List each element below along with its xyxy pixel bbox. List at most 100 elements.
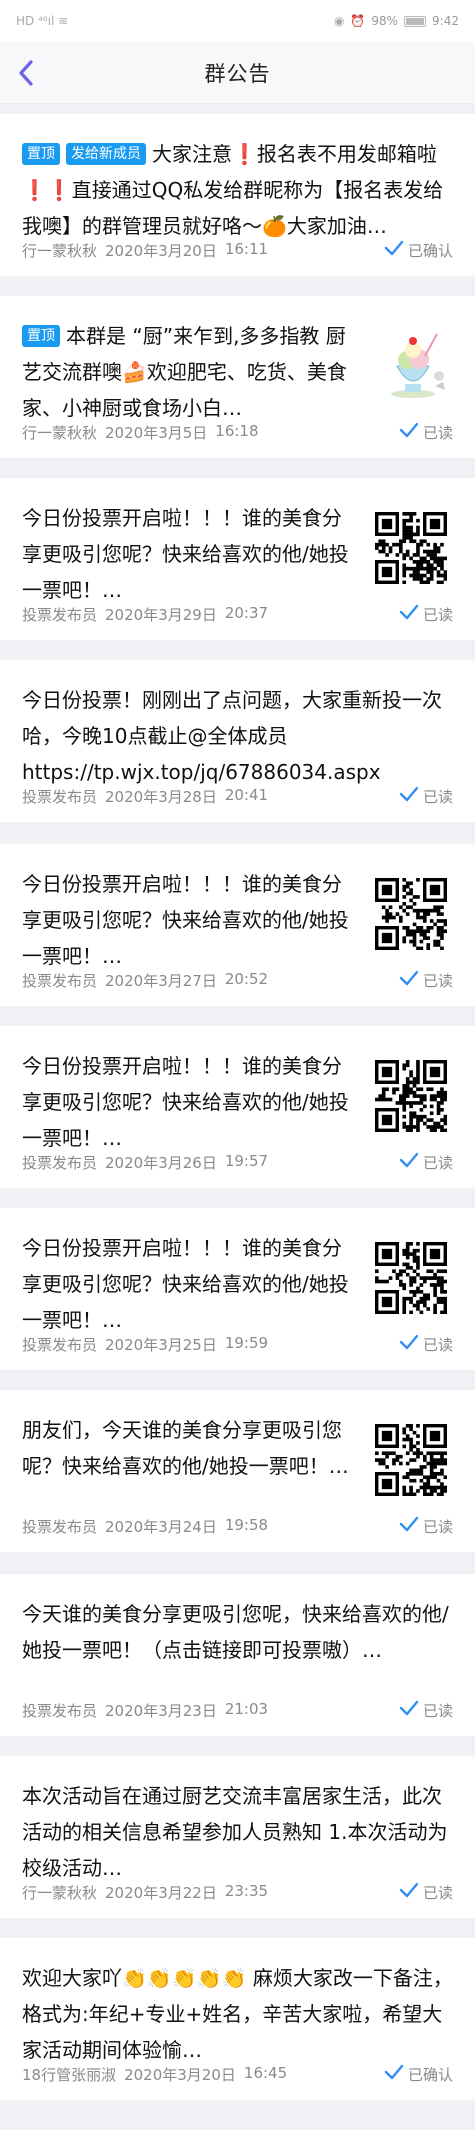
checkmark-icon (399, 970, 419, 990)
status-label: 已读 (422, 1517, 453, 1536)
announcement-card[interactable]: 今日份投票开启啦！！！谁的美食分享更吸引您呢？快来给喜欢的他/她投一票吧！… 投票… (0, 844, 475, 1006)
page-title: 群公告 (204, 61, 271, 86)
announcement-body: 今日份投票开启啦！！！谁的美食分享更吸引您呢？快来给喜欢的他/她投一票吧！… (22, 872, 349, 968)
dessert-image[interactable] (375, 326, 447, 398)
post-time: 19:59 (224, 1333, 269, 1352)
author-name: 投票发布员 (22, 787, 98, 806)
checkmark-icon (399, 422, 419, 442)
post-time: 23:35 (224, 1881, 269, 1900)
clock: 9:42 (432, 14, 459, 28)
status-bar: HD ⁴⁶ıl ≋ ◉ ⏰ 98% 9:42 (0, 0, 475, 42)
back-button[interactable] (6, 52, 46, 94)
post-date: 2020年3月28日 (105, 787, 217, 806)
announcement-card[interactable]: 今日份投票开启啦！！！谁的美食分享更吸引您呢？快来给喜欢的他/她投一票吧！… 投票… (0, 478, 475, 640)
announcement-card[interactable]: 欢迎大家吖👏👏👏👏👏 麻烦大家改一下备注，格式为:年纪+专业+姓名，辛苦大家啦，… (0, 1938, 475, 2100)
author-date: 投票发布员 2020年3月26日 19:57 (22, 1152, 268, 1173)
read-status: 已读 (399, 1700, 453, 1721)
checkmark-icon (399, 1334, 419, 1354)
announcement-card[interactable]: 今日份投票！刚刚出了点问题，大家重新投一次哈，今晚10点截止@全体成员 http… (0, 660, 475, 822)
announcement-body: 今日份投票开启啦！！！谁的美食分享更吸引您呢？快来给喜欢的他/她投一票吧！… (22, 1236, 349, 1332)
post-date: 2020年3月27日 (105, 971, 217, 990)
announcement-text: 今天谁的美食分享更吸引您呢，快来给喜欢的他/她投一票吧！（点击链接即可投票嗷）… (22, 1596, 453, 1668)
post-date: 2020年3月26日 (105, 1153, 217, 1172)
author-name: 行一蒙秋秋 (22, 1883, 98, 1902)
status-label: 已读 (422, 1335, 453, 1354)
status-label: 已读 (422, 1883, 453, 1902)
author-date: 行一蒙秋秋 2020年3月20日 16:11 (22, 240, 268, 261)
announcement-body: 今天谁的美食分享更吸引您呢，快来给喜欢的他/她投一票吧！（点击链接即可投票嗷）… (22, 1602, 449, 1662)
checkmark-icon (399, 1152, 419, 1172)
announcement-text: 今日份投票！刚刚出了点问题，大家重新投一次哈，今晚10点截止@全体成员 http… (22, 682, 453, 790)
read-status: 已读 (399, 1334, 453, 1355)
author-date: 投票发布员 2020年3月23日 21:03 (22, 1700, 268, 1721)
announcement-meta: 投票发布员 2020年3月27日 20:52 已读 (22, 968, 453, 992)
post-time: 20:37 (224, 603, 269, 622)
qr-code-image[interactable] (375, 1242, 448, 1315)
post-time: 16:18 (215, 421, 259, 440)
announcement-card[interactable]: 今天谁的美食分享更吸引您呢，快来给喜欢的他/她投一票吧！（点击链接即可投票嗷）…… (0, 1574, 475, 1736)
pinned-badge: 置顶 (22, 325, 60, 347)
qr-code-image[interactable] (375, 878, 448, 951)
qr-code-image[interactable] (375, 1060, 448, 1133)
read-status: 已确认 (384, 240, 453, 261)
checkmark-icon (384, 240, 404, 260)
status-bar-right: ◉ ⏰ 98% 9:42 (334, 14, 459, 28)
checkmark-icon (399, 1516, 419, 1536)
read-status: 已确认 (384, 2064, 453, 2085)
checkmark-icon (399, 1882, 419, 1902)
announcement-meta: 投票发布员 2020年3月29日 20:37 已读 (22, 602, 453, 626)
announcement-body: 本次活动旨在通过厨艺交流丰富居家生活，此次活动的相关信息希望参加人员熟知 1.本… (22, 1784, 448, 1880)
announcement-meta: 行一蒙秋秋 2020年3月22日 23:35 已读 (22, 1880, 453, 1904)
post-date: 2020年3月20日 (124, 2065, 236, 2084)
status-bar-left: HD ⁴⁶ıl ≋ (16, 14, 68, 28)
announcement-card[interactable]: 今日份投票开启啦！！！谁的美食分享更吸引您呢？快来给喜欢的他/她投一票吧！… 投票… (0, 1026, 475, 1188)
read-status: 已读 (399, 1516, 453, 1537)
announcement-text: 本次活动旨在通过厨艺交流丰富居家生活，此次活动的相关信息希望参加人员熟知 1.本… (22, 1778, 453, 1886)
announcement-meta: 投票发布员 2020年3月25日 19:59 已读 (22, 1332, 453, 1356)
author-name: 投票发布员 (22, 1335, 98, 1354)
announcement-meta: 18行管张丽淑 2020年3月20日 16:45 已确认 (22, 2062, 453, 2086)
post-date: 2020年3月22日 (105, 1883, 217, 1902)
announcement-card[interactable]: 本次活动旨在通过厨艺交流丰富居家生活，此次活动的相关信息希望参加人员熟知 1.本… (0, 1756, 475, 1918)
qr-code-image[interactable] (375, 1424, 448, 1497)
announcement-meta: 行一蒙秋秋 2020年3月5日 16:18 已读 (22, 420, 453, 444)
author-date: 投票发布员 2020年3月29日 20:37 (22, 604, 268, 625)
author-name: 投票发布员 (22, 1517, 98, 1536)
author-name: 投票发布员 (22, 1701, 98, 1720)
author-name: 投票发布员 (22, 971, 98, 990)
announcement-card[interactable]: 朋友们，今天谁的美食分享更吸引您呢？快来给喜欢的他/她投一票吧！… 投票发布员 20… (0, 1390, 475, 1552)
status-label: 已确认 (407, 241, 453, 260)
new-member-badge: 发给新成员 (66, 143, 146, 165)
author-date: 投票发布员 2020年3月28日 20:41 (22, 786, 268, 807)
author-date: 投票发布员 2020年3月24日 19:58 (22, 1516, 268, 1537)
announcement-card[interactable]: 置顶 本群是 “厨”来乍到,多多指教 厨艺交流群噢🍰欢迎肥宅、吃货、美食家、小神厨… (0, 296, 475, 458)
status-label: 已读 (422, 1153, 453, 1172)
read-status: 已读 (399, 422, 453, 443)
checkmark-icon (399, 786, 419, 806)
post-date: 2020年3月20日 (105, 241, 217, 260)
qr-code-image[interactable] (375, 512, 448, 585)
announcement-body: 今日份投票开启啦！！！谁的美食分享更吸引您呢？快来给喜欢的他/她投一票吧！… (22, 506, 349, 602)
post-time: 19:58 (224, 1515, 269, 1534)
author-name: 投票发布员 (22, 1153, 98, 1172)
post-time: 20:52 (224, 969, 269, 988)
read-status: 已读 (399, 1152, 453, 1173)
status-label: 已读 (422, 423, 453, 442)
read-status: 已读 (399, 604, 453, 625)
status-label: 已读 (422, 787, 453, 806)
checkmark-icon (399, 604, 419, 624)
author-name: 行一蒙秋秋 (22, 241, 98, 260)
announcement-body: 今日份投票！刚刚出了点问题，大家重新投一次哈，今晚10点截止@全体成员 http… (22, 688, 442, 784)
post-time: 16:11 (224, 239, 269, 258)
author-name: 18行管张丽淑 (22, 2065, 117, 2084)
announcement-body: 欢迎大家吖👏👏👏👏👏 麻烦大家改一下备注，格式为:年纪+专业+姓名，辛苦大家啦，… (22, 1966, 453, 2062)
announcement-card[interactable]: 今日份投票开启啦！！！谁的美食分享更吸引您呢？快来给喜欢的他/她投一票吧！… 投票… (0, 1208, 475, 1370)
post-time: 21:03 (224, 1699, 269, 1718)
announcement-body: 朋友们，今天谁的美食分享更吸引您呢？快来给喜欢的他/她投一票吧！… (22, 1418, 349, 1478)
read-status: 已读 (399, 970, 453, 991)
post-date: 2020年3月24日 (105, 1517, 217, 1536)
status-label: 已确认 (407, 2065, 453, 2084)
author-date: 18行管张丽淑 2020年3月20日 16:45 (22, 2064, 287, 2085)
announcement-body: 今日份投票开启啦！！！谁的美食分享更吸引您呢？快来给喜欢的他/她投一票吧！… (22, 1054, 349, 1150)
announcement-card[interactable]: 置顶 发给新成员 大家注意❗报名表不用发邮箱啦❗❗直接通过QQ私发给群昵称为【报名表… (0, 114, 475, 276)
